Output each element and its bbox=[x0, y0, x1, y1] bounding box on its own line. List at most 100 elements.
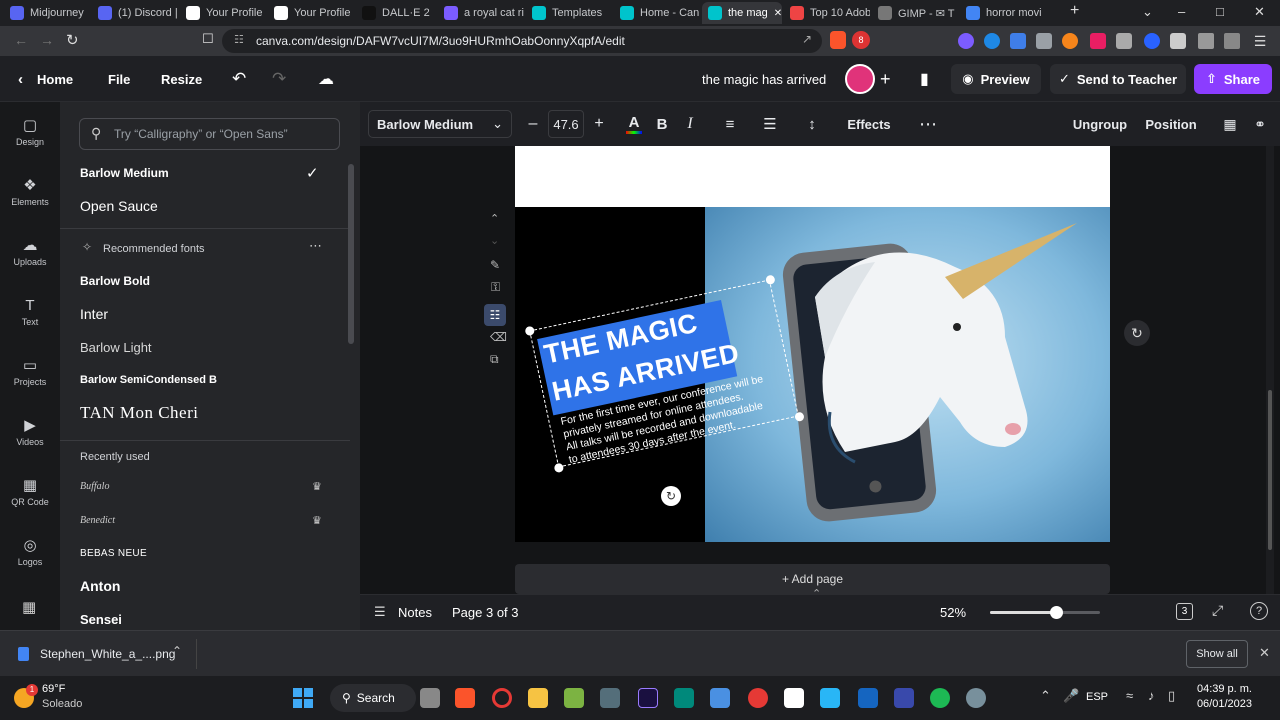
decrease-size-button[interactable]: – bbox=[518, 102, 548, 146]
font-option[interactable]: Barlow Light bbox=[80, 340, 330, 355]
close-window-button[interactable]: ✕ bbox=[1254, 4, 1265, 20]
font-family-dropdown[interactable]: Barlow Medium ⌄ bbox=[368, 110, 512, 138]
menu-icon[interactable]: ☰ bbox=[1252, 33, 1268, 49]
extension-icon[interactable] bbox=[1036, 33, 1052, 49]
new-tab-button[interactable]: + bbox=[1070, 2, 1079, 20]
font-option[interactable]: Anton bbox=[80, 578, 330, 594]
font-option[interactable]: TAN Mon Cheri bbox=[80, 403, 330, 423]
wallet-icon[interactable] bbox=[1224, 33, 1240, 49]
browser-tab[interactable]: a royal cat ri bbox=[438, 2, 524, 24]
chevron-up-icon[interactable]: ⌃ bbox=[812, 587, 821, 600]
app-icon[interactable] bbox=[820, 688, 840, 708]
redo-icon[interactable]: ↷ bbox=[272, 56, 286, 102]
current-page[interactable]: THE MAGIC HAS ARRIVED For the first time… bbox=[515, 207, 1110, 542]
previous-page[interactable] bbox=[515, 146, 1110, 207]
trash-icon[interactable]: ⌫ bbox=[490, 330, 507, 344]
url-field[interactable]: ☷ canva.com/design/DAFW7vcUI7M/3uo9HURmh… bbox=[222, 29, 822, 53]
chevron-up-icon[interactable]: ⌃ bbox=[1040, 688, 1051, 704]
page-up-icon[interactable]: ⌃ bbox=[490, 212, 499, 225]
design-canvas[interactable]: ⌃ ⌄ ✎ ⚿ ☷ ⌫ ⧉ THE MAGIC HAS ARRIVED For … bbox=[360, 146, 1280, 594]
font-option[interactable]: Open Sauce bbox=[80, 198, 330, 214]
font-option[interactable]: Barlow Bold bbox=[80, 274, 330, 288]
rail-item-text[interactable]: T Text bbox=[0, 288, 60, 336]
bold-button[interactable]: B bbox=[650, 102, 674, 146]
font-option[interactable]: Sensei bbox=[80, 612, 330, 627]
rail-item-videos[interactable]: ▶ Videos bbox=[0, 408, 60, 456]
font-option[interactable]: Inter bbox=[80, 306, 330, 322]
home-button[interactable]: ‹ Home bbox=[18, 56, 73, 102]
close-icon[interactable]: ✕ bbox=[1259, 645, 1270, 661]
design-title[interactable]: the magic has arrived bbox=[702, 56, 826, 102]
extension-icon[interactable] bbox=[1144, 33, 1160, 49]
share-page-icon[interactable]: ↗ bbox=[802, 32, 812, 46]
battery-icon[interactable]: ▯ bbox=[1168, 688, 1175, 704]
translate-icon[interactable]: ☷ bbox=[484, 304, 506, 326]
app-icon[interactable] bbox=[674, 688, 694, 708]
language-indicator[interactable]: ESP bbox=[1086, 691, 1108, 703]
more-options-icon[interactable]: ⋯ bbox=[309, 238, 322, 254]
cloud-saved-icon[interactable]: ☁ bbox=[318, 56, 334, 102]
font-option[interactable]: Barlow SemiCondensed B bbox=[80, 374, 330, 386]
extension-icon[interactable] bbox=[958, 33, 974, 49]
font-option[interactable]: Barlow Medium bbox=[80, 166, 330, 180]
send-to-teacher-button[interactable]: ✓ Send to Teacher bbox=[1050, 64, 1186, 94]
font-size-input[interactable]: 47.6 bbox=[548, 110, 584, 138]
spotify-icon[interactable] bbox=[930, 688, 950, 708]
rail-item-projects[interactable]: ▭ Projects bbox=[0, 348, 60, 396]
lock-icon[interactable]: ⚿ bbox=[491, 280, 500, 295]
extension-icon[interactable] bbox=[1010, 33, 1026, 49]
page-down-icon[interactable]: ⌄ bbox=[490, 234, 499, 247]
increase-size-button[interactable]: + bbox=[586, 102, 612, 146]
preview-button[interactable]: ◉ Preview bbox=[951, 64, 1041, 94]
extension-icon[interactable] bbox=[1116, 33, 1132, 49]
rotate-handle-icon[interactable]: ↻ bbox=[661, 486, 681, 506]
avatar[interactable] bbox=[845, 64, 875, 94]
refresh-page-icon[interactable]: ↻ bbox=[1124, 320, 1150, 346]
windows-start-icon[interactable] bbox=[293, 688, 313, 708]
fullscreen-icon[interactable]: ⤢ bbox=[1212, 602, 1223, 619]
back-icon[interactable]: ← bbox=[14, 32, 28, 48]
extension-icon[interactable] bbox=[1090, 33, 1106, 49]
italic-button[interactable]: I bbox=[678, 102, 702, 146]
zoom-slider[interactable] bbox=[990, 606, 1100, 619]
minimize-button[interactable]: – bbox=[1178, 4, 1185, 19]
app-icon[interactable] bbox=[748, 688, 768, 708]
wifi-icon[interactable]: ≈ bbox=[1126, 688, 1133, 703]
undo-icon[interactable]: ↶ bbox=[232, 56, 246, 102]
taskbar-search[interactable]: ⚲ Search bbox=[330, 684, 416, 712]
resize-button[interactable]: Resize bbox=[161, 56, 202, 102]
browser-tab[interactable]: Your Profile bbox=[180, 2, 266, 24]
notes-icon[interactable]: ☰ bbox=[374, 604, 386, 620]
browser-tab[interactable]: Midjourney bbox=[4, 2, 90, 24]
folder-icon[interactable] bbox=[528, 688, 548, 708]
font-option[interactable]: Buffalo bbox=[80, 481, 330, 492]
rail-item-elements[interactable]: ❖ Elements bbox=[0, 168, 60, 216]
task-view-icon[interactable] bbox=[420, 688, 440, 708]
extension-icon[interactable] bbox=[984, 33, 1000, 49]
clock-time[interactable]: 04:39 p. m. bbox=[1194, 683, 1252, 695]
close-tab-icon[interactable]: ✕ bbox=[774, 8, 782, 19]
transparency-icon[interactable]: ▦ bbox=[1220, 102, 1240, 146]
scrollbar-thumb[interactable] bbox=[1268, 390, 1272, 550]
font-search-input[interactable] bbox=[79, 118, 340, 150]
browser-tab[interactable]: horror movi bbox=[960, 2, 1046, 24]
browser-tab[interactable]: Templates bbox=[526, 2, 612, 24]
maximize-button[interactable]: □ bbox=[1216, 4, 1224, 19]
panel-scrollbar[interactable] bbox=[348, 164, 354, 344]
zoom-level[interactable]: 52% bbox=[940, 605, 966, 620]
browser-tab[interactable]: Your Profile bbox=[268, 2, 354, 24]
apps-grid-icon[interactable]: ▦ bbox=[22, 598, 36, 616]
text-color-button[interactable]: A bbox=[622, 102, 646, 146]
font-option[interactable]: BEBAS NEUE bbox=[80, 548, 330, 559]
premiere-icon[interactable] bbox=[638, 688, 658, 708]
browser-tab[interactable]: the mag ✕ bbox=[702, 2, 782, 24]
extension-badge[interactable]: 8 bbox=[852, 31, 870, 49]
tab-search-icon[interactable]: ⌄ bbox=[1142, 4, 1153, 20]
notes-button[interactable]: Notes bbox=[398, 605, 432, 620]
add-page-icon[interactable]: ⧉ bbox=[490, 352, 499, 367]
effects-button[interactable]: Effects bbox=[840, 102, 898, 146]
position-button[interactable]: Position bbox=[1140, 102, 1202, 146]
app-icon[interactable] bbox=[564, 688, 584, 708]
file-menu-button[interactable]: File bbox=[108, 56, 130, 102]
show-all-button[interactable]: Show all bbox=[1186, 640, 1248, 668]
